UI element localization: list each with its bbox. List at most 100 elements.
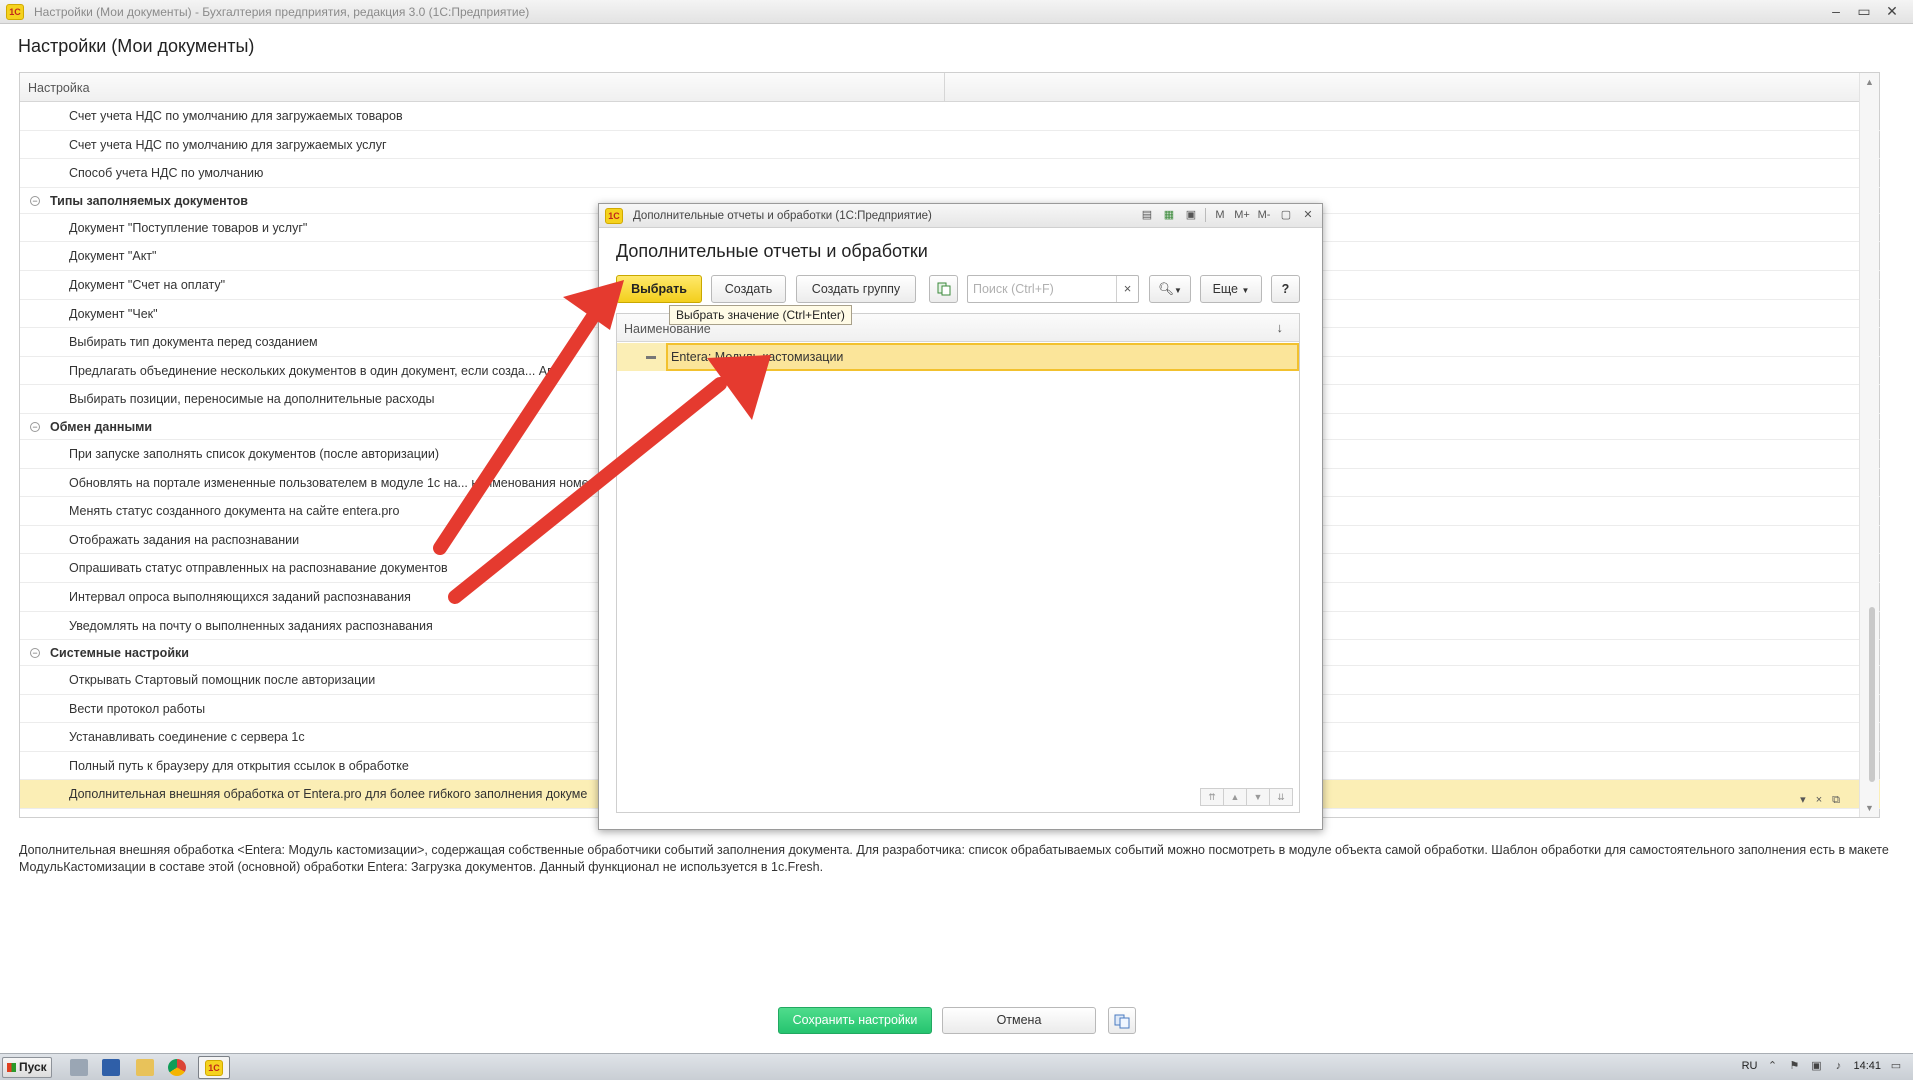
tree-row-label: Документ "Чек" [69,306,158,321]
dialog-heading: Дополнительные отчеты и обработки [616,241,928,261]
memory-plus-button[interactable]: M+ [1234,207,1250,223]
language-indicator[interactable]: RU [1742,1060,1758,1072]
tree-row-label: Документ "Акт" [69,249,157,264]
memory-button[interactable]: M [1212,207,1228,223]
open-icon[interactable]: ⧉ [1832,786,1840,808]
tree-row-label: Выбирать позиции, переносимые на дополни… [69,392,435,407]
tree-row-label: Интервал опроса выполняющихся заданий ра… [69,589,411,604]
tree-row-label: Полный путь к браузеру для открытия ссыл… [69,758,409,773]
tree-header: Настройка [20,73,1879,102]
create-button[interactable]: Создать [711,275,786,303]
memory-minus-button[interactable]: M- [1256,207,1272,223]
taskbar-1c-app[interactable]: 1С [198,1056,230,1079]
collapse-icon[interactable]: − [30,648,40,659]
minimize-icon[interactable]: – [1825,2,1847,20]
scroll-prev-icon[interactable]: ▲ [1223,788,1247,806]
taskbar: Пуск 1С RU ⌃ ⚑ ▣ ♪ 14:41 ▭ [0,1053,1913,1080]
scroll-first-icon[interactable]: ⇈ [1200,788,1224,806]
volume-icon[interactable]: ♪ [1831,1059,1845,1073]
start-label: Пуск [19,1060,47,1074]
row-marker [617,343,666,371]
collapse-icon[interactable]: − [30,421,40,432]
tree-row-label: Обмен данными [50,419,153,434]
item-dash-icon [646,356,656,359]
help-button[interactable]: ? [1271,275,1300,303]
tree-row[interactable]: Счет учета НДС по умолчанию для загружае… [20,131,1880,160]
powershell-icon[interactable] [102,1059,120,1076]
tree-row-label: Документ "Счет на оплату" [69,277,226,292]
copy-settings-button[interactable] [1108,1007,1136,1034]
more-button[interactable]: Еще ▼ [1200,275,1262,303]
dropdown-icon[interactable]: ▾ [1800,786,1806,808]
search-clear-icon[interactable]: × [1116,276,1138,302]
select-button[interactable]: Выбрать [616,275,702,303]
reports-list: Наименование ↓ Entera: Модуль кастомизац… [616,313,1300,813]
tree-row-label: Уведомлять на почту о выполненных задани… [69,618,433,633]
search-field: × [967,275,1139,303]
copy-settings-icon [1114,1014,1130,1029]
setting-description: Дополнительная внешняя обработка <Entera… [19,843,1889,874]
restore-icon[interactable]: ▭ [1853,2,1875,20]
clock[interactable]: 14:41 [1853,1060,1881,1072]
collapse-icon[interactable]: − [30,195,40,206]
find-button[interactable]: 🔍︎▼ [1149,275,1191,303]
scroll-last-icon[interactable]: ⇊ [1269,788,1293,806]
tree-row-label: Отображать задания на распознавании [69,532,300,547]
copy-item-button[interactable] [929,275,958,303]
close-icon[interactable]: ✕ [1881,2,1903,20]
tree-row-label: При запуске заполнять список документов … [69,446,440,461]
list-item-name[interactable]: Entera: Модуль кастомизации [666,343,1299,371]
tree-row-label: Устанавливать соединение с сервера 1с [69,730,305,745]
scroll-thumb[interactable] [1869,607,1875,782]
tree-row-label: Опрашивать статус отправленных на распоз… [69,561,448,576]
tree-row-label: Счет учета НДС по умолчанию для загружае… [69,109,403,123]
window-controls: – ▭ ✕ [1825,2,1903,20]
tree-row-label: Менять статус созданного документа на са… [69,504,400,519]
maximize-icon[interactable]: ▢ [1278,207,1294,223]
dialog-close-icon[interactable]: ✕ [1300,207,1316,223]
chevron-down-icon: ▼ [1241,286,1250,295]
system-tray: RU ⌃ ⚑ ▣ ♪ 14:41 ▭ [1742,1059,1903,1073]
list-navigation: ⇈ ▲ ▼ ⇊ [1200,788,1293,806]
scroll-next-icon[interactable]: ▼ [1246,788,1270,806]
print-icon[interactable]: ▤ [1139,207,1155,223]
clear-icon[interactable]: × [1816,786,1822,808]
flag-icon[interactable]: ⚑ [1787,1059,1801,1073]
copy-item-icon [937,282,950,296]
dialog-title: Дополнительные отчеты и обработки (1С:Пр… [633,210,932,222]
show-desktop-icon[interactable]: ▭ [1889,1059,1903,1073]
taskbar-1c-icon: 1С [205,1060,223,1076]
folder-icon[interactable] [136,1059,154,1076]
chevron-down-icon: ▼ [1173,286,1182,295]
chrome-icon[interactable] [168,1059,186,1076]
tree-row-label: Типы заполняемых документов [50,193,248,208]
tree-row-label: Выбирать тип документа перед созданием [69,335,318,350]
tree-row-label: Открывать Стартовый помощник после автор… [69,673,376,688]
search-icon: 🔍︎ [1158,282,1174,296]
create-group-button[interactable]: Создать группу [796,275,916,303]
page-title: Настройки (Мои документы) [18,36,255,56]
list-item[interactable]: Entera: Модуль кастомизации [617,343,1299,371]
column-header-setting[interactable]: Настройка [28,81,90,95]
start-button[interactable]: Пуск [2,1057,52,1078]
tree-row-label: Предлагать объединение нескольких докуме… [69,363,561,378]
computer-icon[interactable] [70,1059,88,1076]
cancel-button[interactable]: Отмена [942,1007,1096,1034]
scroll-down-icon[interactable]: ▼ [1865,803,1874,813]
tree-scrollbar[interactable]: ▲ ▼ [1859,73,1879,817]
save-settings-button[interactable]: Сохранить настройки [778,1007,932,1034]
additional-reports-dialog: 1С Дополнительные отчеты и обработки (1С… [598,203,1323,830]
scroll-up-icon[interactable]: ▲ [1865,77,1874,87]
spreadsheet-icon[interactable]: ▦ [1161,207,1177,223]
more-label: Еще [1212,282,1239,296]
tree-row[interactable]: Счет учета НДС по умолчанию для загружае… [20,102,1880,131]
tree-row[interactable]: Способ учета НДС по умолчанию [20,159,1880,188]
app-logo-icon: 1С [6,4,24,20]
tray-chevron-icon[interactable]: ⌃ [1765,1059,1779,1073]
calendar-icon[interactable]: ▣ [1183,207,1199,223]
search-input[interactable] [969,277,1117,301]
tree-row-label: Счет учета НДС по умолчанию для загружае… [69,137,387,152]
network-icon[interactable]: ▣ [1809,1059,1823,1073]
sort-descending-icon[interactable]: ↓ [1277,320,1284,335]
column-divider[interactable] [944,73,945,102]
